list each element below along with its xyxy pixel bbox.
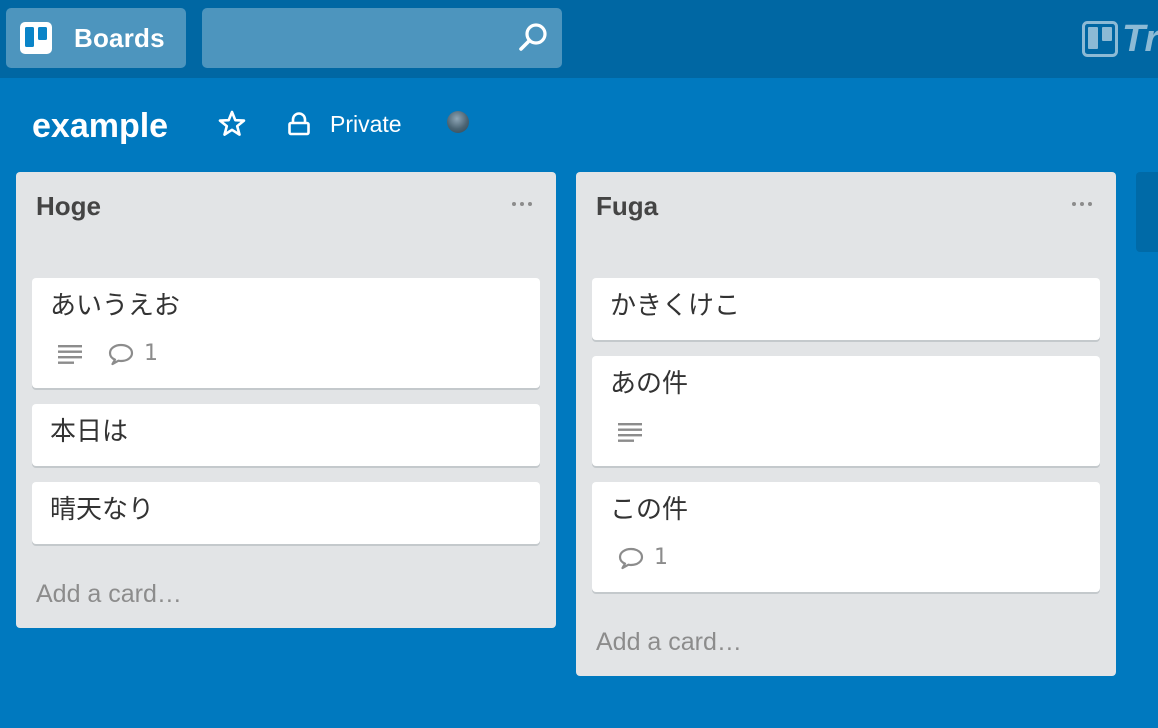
- trello-logo[interactable]: Tr: [1082, 18, 1158, 60]
- add-list-stub[interactable]: [1136, 172, 1158, 252]
- trello-logo-icon: [1082, 21, 1118, 57]
- add-card-button[interactable]: Add a card…: [596, 622, 742, 662]
- card[interactable]: この件 1: [592, 482, 1100, 592]
- more-horizontal-icon[interactable]: [510, 196, 534, 212]
- comment-badge: 1: [618, 544, 668, 572]
- description-icon: [58, 345, 82, 364]
- list-title[interactable]: Fuga: [596, 186, 658, 226]
- search-input[interactable]: [202, 8, 502, 68]
- list-title[interactable]: Hoge: [36, 186, 101, 226]
- card[interactable]: あいうえお 1: [32, 278, 540, 388]
- card-title: この件: [610, 495, 689, 525]
- trello-boards-icon: [20, 22, 52, 54]
- card[interactable]: あの件: [592, 356, 1100, 466]
- description-icon: [618, 423, 642, 442]
- star-icon[interactable]: [216, 108, 248, 140]
- privacy-button[interactable]: Private: [286, 104, 402, 144]
- boards-button[interactable]: Boards: [6, 8, 186, 68]
- card-title: 晴天なり: [50, 495, 155, 525]
- card-title: 本日は: [50, 417, 129, 447]
- card-badges: 1: [58, 340, 158, 368]
- card-title: あいうえお: [50, 291, 181, 321]
- lock-icon: [288, 112, 310, 136]
- search-icon[interactable]: [516, 21, 550, 55]
- board-title[interactable]: example: [32, 100, 168, 152]
- card[interactable]: かきくけこ: [592, 278, 1100, 340]
- comment-badge: 1: [108, 340, 158, 368]
- card[interactable]: 晴天なり: [32, 482, 540, 544]
- trello-logo-text: Tr: [1122, 18, 1158, 60]
- list-fuga: Fuga かきくけこ あの件 この件 1 Add a card…: [576, 172, 1116, 676]
- card-title: かきくけこ: [610, 291, 741, 321]
- boards-button-label: Boards: [74, 22, 165, 53]
- card-badges: 1: [618, 544, 668, 572]
- comment-icon: [108, 343, 134, 366]
- search-box[interactable]: [202, 8, 562, 68]
- comment-count: 1: [144, 341, 158, 366]
- list-hoge: Hoge あいうえお 1 本日は 晴天なり Add a card…: [16, 172, 556, 628]
- comment-count: 1: [654, 545, 668, 570]
- card-badges: [618, 418, 642, 446]
- card[interactable]: 本日は: [32, 404, 540, 466]
- more-horizontal-icon[interactable]: [1070, 196, 1094, 212]
- comment-icon: [618, 547, 644, 570]
- top-header: Boards Tr: [0, 0, 1158, 78]
- card-title: あの件: [610, 369, 689, 399]
- add-card-button[interactable]: Add a card…: [36, 574, 182, 614]
- privacy-label: Private: [330, 110, 402, 137]
- member-avatar[interactable]: [447, 111, 469, 133]
